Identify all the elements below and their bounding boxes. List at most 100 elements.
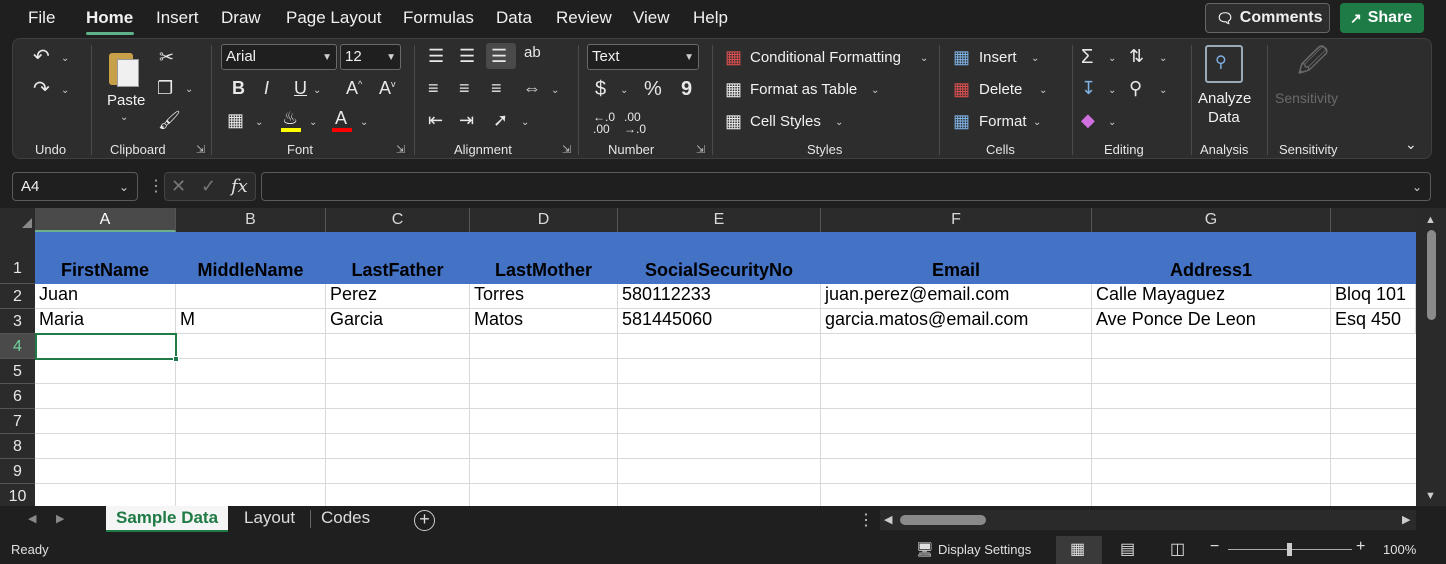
increase-font-icon[interactable]: A^: [346, 79, 362, 97]
header-cell[interactable]: Ad: [1331, 232, 1416, 284]
percent-icon[interactable]: %: [644, 79, 662, 99]
align-top-icon[interactable]: ☰: [428, 47, 444, 65]
font-size-select[interactable]: 12 ▼: [340, 44, 401, 70]
column-header-e[interactable]: E: [618, 208, 821, 232]
scroll-sheets-left-icon[interactable]: ◀: [28, 512, 36, 525]
autosum-icon[interactable]: Σ: [1081, 47, 1093, 67]
chevron-down-icon[interactable]: ⌄: [551, 85, 559, 96]
header-cell[interactable]: Address1: [1092, 232, 1331, 284]
data-cell[interactable]: Maria: [35, 309, 176, 334]
chevron-down-icon[interactable]: ⌄: [1108, 117, 1116, 128]
chevron-down-icon[interactable]: ⌄: [521, 117, 529, 128]
data-cell[interactable]: Perez: [326, 284, 470, 309]
row-header-3[interactable]: 3: [0, 309, 35, 334]
sheet-tab-sample-data[interactable]: Sample Data: [106, 506, 229, 532]
header-cell[interactable]: MiddleName: [176, 232, 326, 284]
chevron-down-icon[interactable]: ⌄: [61, 85, 69, 96]
sort-filter-icon[interactable]: ⇅: [1129, 47, 1144, 65]
chevron-down-icon[interactable]: ⌄: [1108, 53, 1116, 64]
data-cell[interactable]: Calle Mayaguez: [1092, 284, 1331, 309]
data-cell[interactable]: Juan: [35, 284, 176, 309]
format-painter-icon[interactable]: 🖌: [158, 111, 181, 129]
more-options-icon[interactable]: ⋮: [858, 510, 874, 530]
row-header-8[interactable]: 8: [0, 434, 35, 459]
empty-rows[interactable]: [35, 334, 1416, 506]
data-cell[interactable]: Garcia: [326, 309, 470, 334]
increase-indent-icon[interactable]: ⇥: [459, 111, 474, 129]
format-as-table-button[interactable]: ▦ Format as Table ⌄: [725, 79, 885, 101]
header-cell[interactable]: LastMother: [470, 232, 618, 284]
tab-home[interactable]: Home: [86, 8, 133, 28]
zoom-slider[interactable]: [1228, 543, 1352, 556]
column-header-h[interactable]: H: [1331, 208, 1416, 232]
column-header-d[interactable]: D: [470, 208, 618, 232]
chevron-down-icon[interactable]: ⌄: [309, 117, 317, 128]
data-cell[interactable]: Bloq 101: [1331, 284, 1416, 309]
add-sheet-icon[interactable]: +: [414, 510, 435, 531]
bold-icon[interactable]: B: [232, 79, 245, 97]
tab-file[interactable]: File: [28, 8, 55, 28]
align-right-icon[interactable]: ≡: [491, 79, 502, 97]
zoom-out-icon[interactable]: −: [1210, 538, 1219, 556]
header-cell[interactable]: SocialSecurityNo: [618, 232, 821, 284]
paste-icon[interactable]: [109, 49, 139, 87]
display-settings-button[interactable]: 🖥 Display Settings: [916, 541, 1036, 559]
decrease-font-icon[interactable]: Av: [379, 79, 396, 97]
dialog-launcher-icon[interactable]: ⇲: [396, 143, 405, 156]
selected-cell-a4[interactable]: [35, 333, 179, 362]
scroll-left-icon[interactable]: ◀: [884, 513, 892, 526]
align-center-icon[interactable]: ≡: [459, 79, 470, 97]
tab-formulas[interactable]: Formulas: [403, 8, 474, 28]
column-header-g[interactable]: G: [1092, 208, 1331, 232]
data-cell[interactable]: garcia.matos@email.com: [821, 309, 1092, 334]
chevron-down-icon[interactable]: ⌄: [119, 180, 129, 194]
decrease-decimal-icon[interactable]: .00 →.0: [624, 111, 646, 135]
align-middle-icon[interactable]: ☰: [459, 47, 475, 65]
tab-insert[interactable]: Insert: [156, 8, 199, 28]
tab-view[interactable]: View: [633, 8, 670, 28]
more-options-icon[interactable]: ⋮: [148, 176, 164, 196]
comma-style-icon[interactable]: 9: [681, 79, 692, 99]
normal-view-button[interactable]: ▦: [1056, 536, 1102, 564]
header-cell[interactable]: FirstName: [35, 232, 176, 284]
data-cell[interactable]: M: [176, 309, 326, 334]
scroll-right-icon[interactable]: ▶: [1402, 513, 1410, 526]
row-header-10[interactable]: 10: [0, 484, 35, 506]
header-cell[interactable]: LastFather: [326, 232, 470, 284]
horizontal-scrollbar[interactable]: ◀ ▶: [880, 510, 1416, 530]
currency-icon[interactable]: $: [595, 79, 606, 99]
dialog-launcher-icon[interactable]: ⇲: [696, 143, 705, 156]
row-header-7[interactable]: 7: [0, 409, 35, 434]
format-cells-button[interactable]: ▦ Format ⌄: [953, 111, 1053, 133]
align-left-icon[interactable]: ≡: [428, 79, 439, 97]
chevron-down-icon[interactable]: ⌄: [360, 117, 368, 128]
name-box[interactable]: A4 ⌄: [12, 172, 138, 201]
chevron-down-icon[interactable]: ⌄: [620, 85, 628, 96]
font-color-icon[interactable]: A: [332, 109, 352, 133]
dialog-launcher-icon[interactable]: ⇲: [562, 143, 571, 156]
scroll-down-icon[interactable]: ▼: [1425, 490, 1436, 502]
zoom-in-icon[interactable]: +: [1356, 538, 1365, 556]
column-header-f[interactable]: F: [821, 208, 1092, 232]
comments-button[interactable]: 🗨 Comments: [1205, 3, 1330, 33]
paste-button[interactable]: Paste: [107, 92, 145, 109]
vertical-scrollbar[interactable]: ▲ ▼: [1416, 208, 1446, 506]
align-bottom-icon[interactable]: ☰: [486, 43, 516, 69]
redo-icon[interactable]: ↷: [33, 79, 50, 99]
scroll-sheets-right-icon[interactable]: ▶: [56, 512, 64, 525]
column-header-a[interactable]: A: [35, 208, 176, 232]
decrease-indent-icon[interactable]: ⇤: [428, 111, 443, 129]
data-cell[interactable]: 580112233: [618, 284, 821, 309]
cancel-icon[interactable]: ✕: [171, 177, 186, 195]
enter-icon[interactable]: ✓: [201, 177, 216, 195]
chevron-down-icon[interactable]: ⌄: [61, 53, 69, 64]
column-header-b[interactable]: B: [176, 208, 326, 232]
chevron-down-icon[interactable]: ⌄: [1159, 53, 1167, 64]
expand-formula-icon[interactable]: ⌄: [1412, 180, 1422, 194]
chevron-down-icon[interactable]: ⌄: [185, 84, 193, 95]
dialog-launcher-icon[interactable]: ⇲: [196, 143, 205, 156]
chevron-down-icon[interactable]: ⌄: [1108, 85, 1116, 96]
insert-cells-button[interactable]: ▦ Insert ⌄: [953, 47, 1053, 69]
sheet-tab-codes[interactable]: Codes: [311, 506, 380, 532]
sheet-tab-layout[interactable]: Layout: [234, 506, 305, 532]
